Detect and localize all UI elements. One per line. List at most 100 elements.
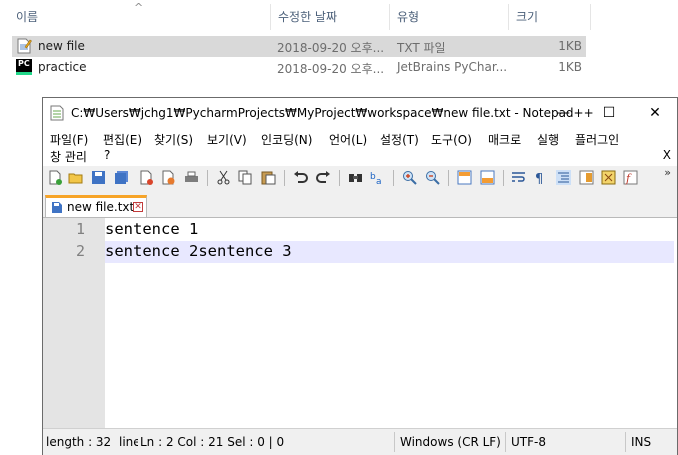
menu-settings[interactable]: 설정(T): [380, 131, 419, 148]
menu-tools[interactable]: 도구(O): [431, 131, 472, 148]
code-line-current[interactable]: sentence 2sentence 3: [105, 241, 674, 263]
menu-search[interactable]: 찾기(S): [154, 131, 193, 148]
title-bar[interactable]: C:₩Users₩jchg1₩PycharmProjects₩MyProject…: [43, 98, 677, 128]
status-eol: Windows (CR LF): [400, 435, 501, 449]
tab-close-icon[interactable]: ✕: [133, 202, 143, 212]
cut-icon[interactable]: [216, 170, 231, 185]
status-encoding: UTF-8: [511, 435, 546, 449]
file-explorer: ^ 이름 수정한 날짜 유형 크기 new file 2018-09-20 오후…: [0, 0, 678, 100]
new-file-icon[interactable]: [48, 170, 63, 185]
menu-encoding[interactable]: 인코딩(N): [261, 131, 312, 148]
status-separator: [625, 432, 626, 452]
file-row-new-file[interactable]: new file 2018-09-20 오후... TXT 파일 1KB: [12, 36, 586, 57]
column-header-date[interactable]: 수정한 날짜: [278, 0, 337, 30]
open-file-icon[interactable]: [68, 170, 83, 185]
code-line-text: sentence 1: [105, 220, 199, 238]
status-bar: length : 32 lines Ln : 2 Col : 21 Sel : …: [43, 428, 677, 455]
text-editor[interactable]: 1 2 sentence 1 sentence 2sentence 3: [43, 218, 677, 428]
code-line-text: sentence 2sentence 3: [105, 242, 292, 260]
column-divider[interactable]: [270, 4, 271, 30]
function-list-icon[interactable]: [601, 170, 616, 185]
line-number: 2: [75, 242, 85, 260]
column-divider[interactable]: [389, 4, 390, 30]
menu-run[interactable]: 실행: [537, 131, 559, 148]
sort-ascending-icon: ^: [134, 1, 144, 14]
redo-icon[interactable]: [316, 170, 331, 185]
maximize-button[interactable]: ☐: [586, 98, 632, 128]
paste-icon[interactable]: [261, 170, 276, 185]
word-wrap-icon[interactable]: [511, 170, 526, 185]
file-name: practice: [38, 60, 87, 74]
toolbar-separator: [393, 170, 394, 186]
menu-file[interactable]: 파일(F): [50, 131, 88, 148]
file-size: 1KB: [558, 60, 582, 74]
close-document-button[interactable]: X: [663, 148, 671, 162]
tab-new-file[interactable]: new file.txt ✕: [45, 195, 147, 217]
menu-edit[interactable]: 편집(E): [103, 131, 142, 148]
menu-help[interactable]: ?: [104, 148, 110, 162]
column-divider[interactable]: [590, 4, 591, 30]
sync-vertical-icon[interactable]: [457, 170, 472, 185]
tab-bar: new file.txt ✕: [43, 193, 677, 218]
undo-icon[interactable]: [293, 170, 308, 185]
column-header-type[interactable]: 유형: [397, 0, 419, 30]
save-all-icon[interactable]: [114, 170, 129, 185]
menu-macro[interactable]: 매크로: [488, 131, 521, 148]
toolbar: ba ¶ f »: [43, 166, 677, 190]
menu-plugins[interactable]: 플러그인: [575, 131, 619, 148]
status-insert-mode: INS: [631, 435, 652, 449]
indent-guide-icon[interactable]: [556, 170, 571, 185]
folder-as-workspace-icon[interactable]: f: [623, 170, 638, 185]
copy-icon[interactable]: [238, 170, 253, 185]
toolbar-separator: [339, 170, 340, 186]
status-position: Ln : 2 Col : 21 Sel : 0 | 0: [140, 435, 285, 449]
find-icon[interactable]: [348, 170, 363, 185]
save-icon[interactable]: [91, 170, 106, 185]
file-name: new file: [38, 39, 85, 53]
minimize-button[interactable]: —: [540, 98, 586, 128]
print-icon[interactable]: [184, 170, 199, 185]
file-type: JetBrains PyChar...: [397, 60, 508, 74]
code-line[interactable]: sentence 1: [105, 219, 674, 241]
status-lines: lines: [119, 435, 138, 449]
menu-view[interactable]: 보기(V): [207, 131, 247, 148]
menu-bar: 파일(F) 편집(E) 찾기(S) 보기(V) 인코딩(N) 언어(L) 설정(…: [43, 128, 677, 166]
toolbar-separator: [503, 170, 504, 186]
doc-map-icon[interactable]: [579, 170, 594, 185]
toolbar-overflow-button[interactable]: »: [664, 166, 671, 179]
notepad-plus-plus-window[interactable]: C:₩Users₩jchg1₩PycharmProjects₩MyProject…: [42, 97, 678, 455]
window-title: C:₩Users₩jchg1₩PycharmProjects₩MyProject…: [71, 106, 594, 120]
close-icon[interactable]: [139, 170, 154, 185]
saved-file-icon: [52, 202, 62, 213]
file-date: 2018-09-20 오후...: [277, 41, 385, 55]
status-separator: [394, 432, 395, 452]
close-all-icon[interactable]: [161, 170, 176, 185]
svg-text:a: a: [376, 177, 382, 185]
menu-window[interactable]: 창 관리: [50, 148, 87, 165]
file-row-practice[interactable]: PC practice 2018-09-20 오후... JetBrains P…: [12, 57, 586, 78]
show-all-chars-icon[interactable]: ¶: [533, 170, 548, 185]
file-type: TXT 파일: [397, 41, 446, 55]
file-date: 2018-09-20 오후...: [277, 62, 385, 76]
line-number-gutter: 1 2: [43, 218, 105, 428]
zoom-in-icon[interactable]: [402, 170, 417, 185]
tab-label: new file.txt: [67, 200, 135, 214]
line-number: 1: [75, 220, 85, 238]
status-separator: [505, 432, 506, 452]
column-divider[interactable]: [508, 4, 509, 30]
toolbar-separator: [207, 170, 208, 186]
notepad-plus-plus-icon: [50, 105, 64, 121]
replace-icon[interactable]: ba: [370, 170, 385, 185]
sync-horizontal-icon[interactable]: [480, 170, 495, 185]
close-button[interactable]: ✕: [632, 98, 678, 128]
pycharm-icon: PC: [16, 59, 32, 75]
status-length: length : 32: [46, 435, 112, 449]
text-file-icon: [17, 38, 32, 54]
column-header-name[interactable]: 이름: [16, 0, 38, 30]
svg-text:¶: ¶: [535, 172, 543, 185]
file-size: 1KB: [558, 39, 582, 53]
column-header-size[interactable]: 크기: [516, 0, 538, 30]
menu-language[interactable]: 언어(L): [329, 131, 367, 148]
toolbar-separator: [448, 170, 449, 186]
zoom-out-icon[interactable]: [425, 170, 440, 185]
